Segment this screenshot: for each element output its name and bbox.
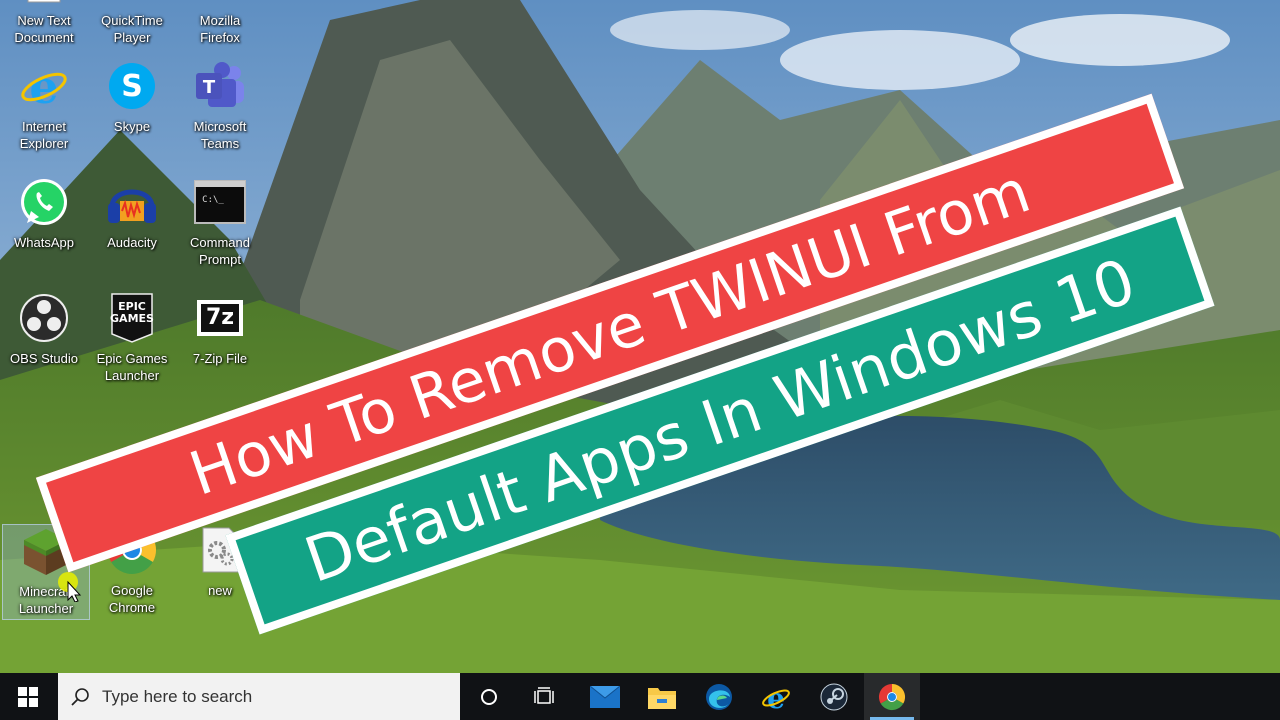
cortana-icon <box>481 688 497 705</box>
steam-icon <box>820 683 848 710</box>
text-document-icon <box>18 0 70 6</box>
file-explorer-icon <box>648 687 676 709</box>
whatsapp-icon <box>18 176 70 228</box>
desktop-icon-skype[interactable]: S Skype <box>88 60 176 135</box>
taskbar-edge[interactable] <box>691 673 747 720</box>
taskbar-steam[interactable] <box>806 673 862 720</box>
desktop-icon-label: OBS Studio <box>10 351 78 366</box>
epic-logo-text: EPIC GAMES <box>110 300 154 325</box>
search-input[interactable] <box>102 686 442 707</box>
desktop-icon-label: Internet Explorer <box>19 119 69 151</box>
desktop-icon-label: QuickTime Player <box>101 13 163 45</box>
edge-icon <box>706 683 732 710</box>
mouse-cursor-icon <box>58 572 84 607</box>
internet-explorer-icon: e <box>762 682 790 712</box>
mail-icon <box>590 685 620 708</box>
windows-logo-icon <box>18 686 38 707</box>
desktop-icon-command-prompt[interactable]: C:\_ Command Prompt <box>176 176 264 268</box>
desktop-icon-label: New Text Document <box>14 13 74 45</box>
desktop-icon-microsoft-teams[interactable]: T Microsoft Teams <box>176 60 264 152</box>
desktop-icon-whatsapp[interactable]: WhatsApp <box>0 176 88 251</box>
svg-text:T: T <box>203 77 216 98</box>
desktop-icon-label: Epic Games Launcher <box>96 351 168 383</box>
desktop-icon-label: Microsoft Teams <box>193 119 247 151</box>
taskbar-file-explorer[interactable] <box>634 673 690 720</box>
command-prompt-icon: C:\_ <box>194 176 246 228</box>
chrome-icon <box>878 683 906 710</box>
desktop-icon-internet-explorer[interactable]: e Internet Explorer <box>0 60 88 152</box>
desktop-icon-label: Skype <box>113 119 151 134</box>
taskbar-chrome[interactable] <box>864 673 920 720</box>
desktop-icon-label: 7-Zip File <box>192 351 248 366</box>
task-view-icon <box>534 686 554 704</box>
obs-icon <box>18 292 70 344</box>
svg-text:e: e <box>767 682 785 712</box>
start-button[interactable] <box>0 673 56 720</box>
7zip-icon: 7z <box>194 292 246 344</box>
desktop-icon-audacity[interactable]: Audacity <box>88 176 176 251</box>
desktop-icon-label: WhatsApp <box>14 235 74 250</box>
audacity-icon <box>106 176 158 228</box>
epic-games-icon: EPIC GAMES <box>106 292 158 344</box>
firefox-icon <box>194 0 246 6</box>
taskbar-search-box[interactable] <box>58 673 460 720</box>
taskbar-internet-explorer[interactable]: e <box>748 673 804 720</box>
desktop-icon-epic-games[interactable]: EPIC GAMES Epic Games Launcher <box>88 292 176 384</box>
skype-icon: S <box>106 60 158 112</box>
task-view-button[interactable] <box>517 673 573 720</box>
teams-icon: T <box>194 60 246 112</box>
desktop-icon-label: Mozilla Firefox <box>199 13 241 45</box>
desktop-icon-new-text-document[interactable]: New Text Document <box>0 0 88 46</box>
desktop-icon-quicktime[interactable]: QuickTime Player <box>88 0 176 46</box>
taskbar: e <box>0 673 1280 720</box>
quicktime-icon <box>106 0 158 6</box>
search-icon <box>58 687 102 707</box>
cmd-prompt-text: C:\_ <box>202 195 224 205</box>
desktop-icon-label: Command Prompt <box>190 235 250 267</box>
desktop-icon-obs-studio[interactable]: OBS Studio <box>0 292 88 367</box>
desktop-icon-7zip[interactable]: 7z 7-Zip File <box>176 292 264 367</box>
cortana-button[interactable] <box>461 673 517 720</box>
desktop-icon-firefox[interactable]: Mozilla Firefox <box>176 0 264 46</box>
desktop-icon-label: Google Chrome <box>108 583 156 615</box>
svg-text:e: e <box>29 61 58 111</box>
svg-text:S: S <box>121 69 143 104</box>
sevenzip-logo-text: 7z <box>205 305 235 330</box>
desktop-icon-label: Audacity <box>107 235 157 250</box>
internet-explorer-icon: e <box>18 60 70 112</box>
taskbar-mail[interactable] <box>577 673 633 720</box>
